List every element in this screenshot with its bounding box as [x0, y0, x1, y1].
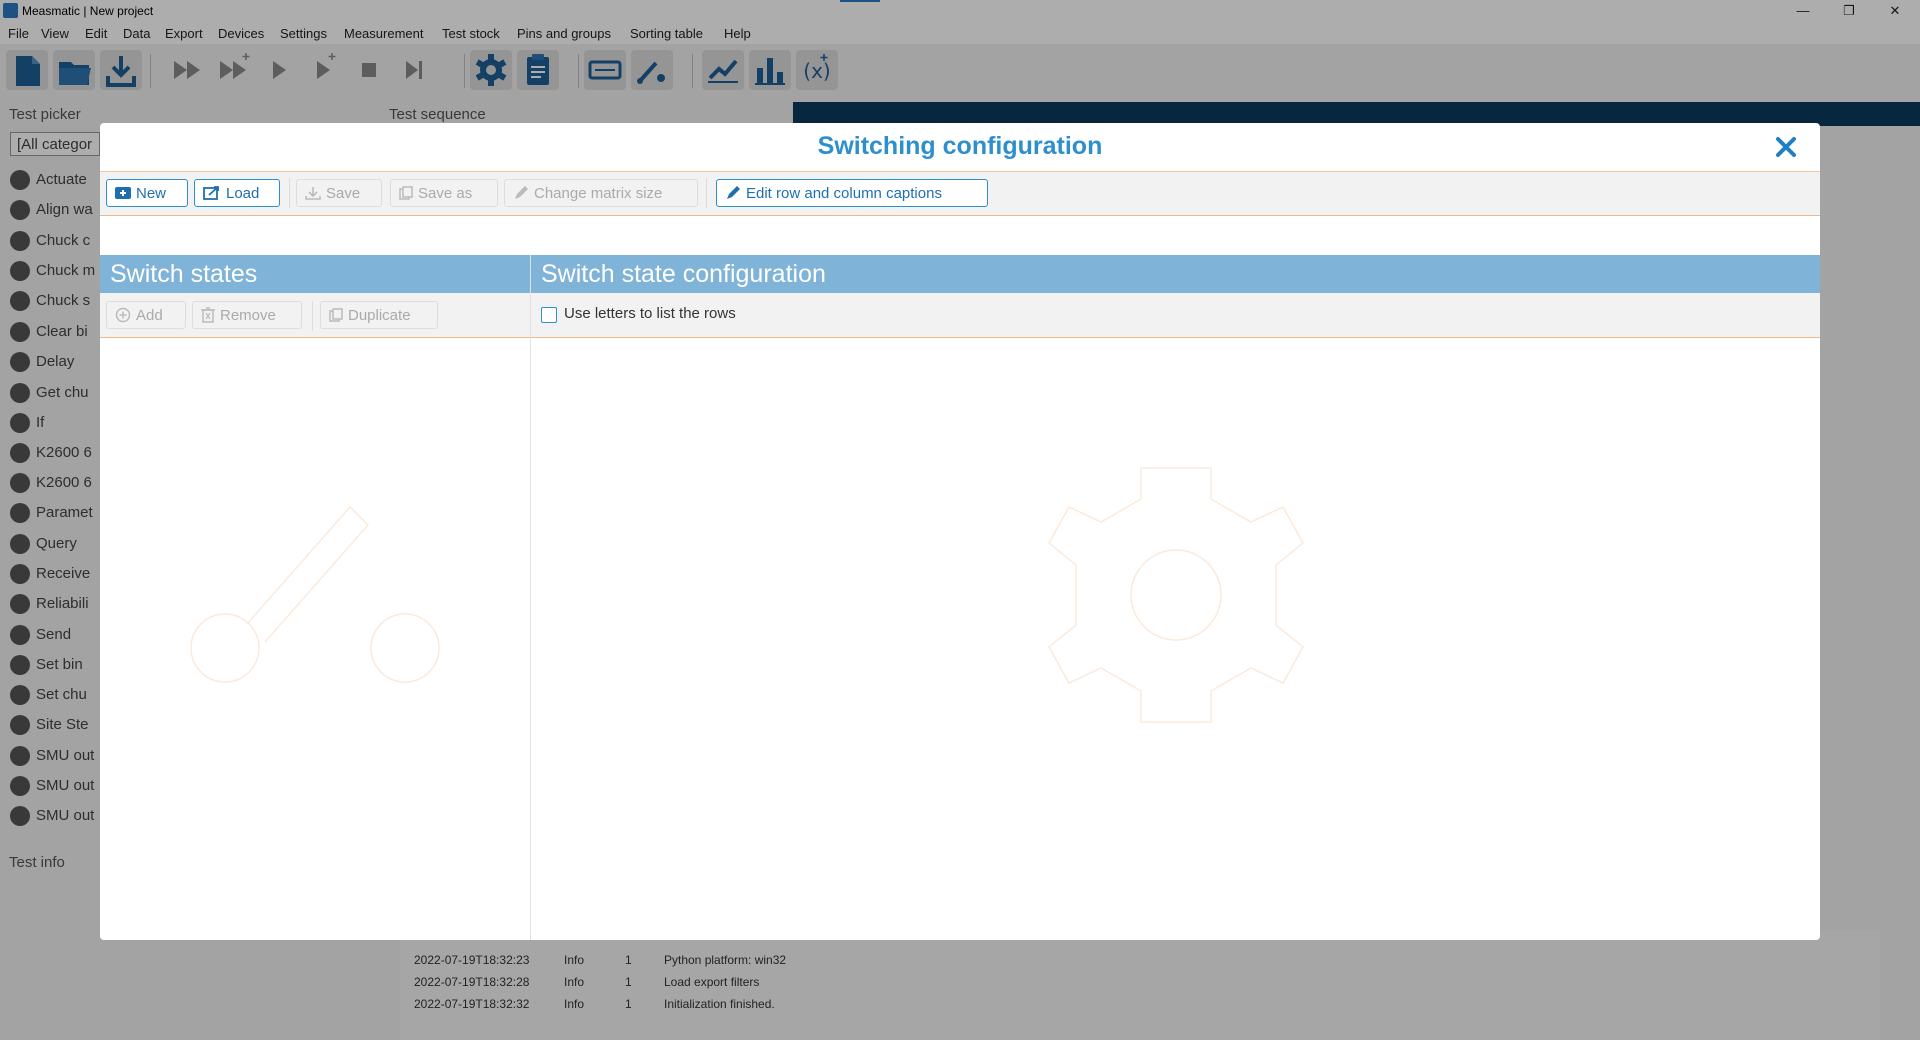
save-icon — [305, 186, 321, 200]
new-button[interactable]: New — [106, 179, 188, 207]
load-button[interactable]: Load — [194, 179, 280, 207]
switch-state-configuration-area[interactable] — [531, 338, 1820, 940]
trash-icon — [201, 306, 215, 323]
duplicate-button[interactable]: Duplicate — [320, 301, 438, 329]
dialog-title: Switching configuration — [100, 123, 1820, 172]
switch-states-header: Switch states — [100, 255, 530, 293]
save-button[interactable]: Save — [296, 179, 382, 207]
add-button[interactable]: Add — [106, 301, 186, 329]
dialog-info-strip — [100, 216, 1820, 256]
gear-watermark-icon — [1048, 467, 1304, 723]
save-as-icon — [399, 185, 413, 200]
switching-configuration-dialog: Switching configuration New Load Save Sa… — [100, 123, 1820, 940]
configuration-options-bar: Use letters to list the rows — [531, 293, 1820, 338]
remove-button[interactable]: Remove — [192, 301, 302, 329]
dialog-toolbar: New Load Save Save as Change matrix size… — [100, 172, 1820, 216]
pencil-icon — [515, 185, 528, 199]
pencil-icon — [727, 185, 740, 199]
load-icon — [203, 185, 219, 200]
edit-row-column-captions-button[interactable]: Edit row and column captions — [716, 179, 988, 207]
switch-watermark-icon — [190, 505, 440, 683]
use-letters-label: Use letters to list the rows — [564, 305, 736, 322]
copy-icon — [329, 307, 343, 322]
add-circle-icon — [115, 307, 131, 322]
change-matrix-size-button[interactable]: Change matrix size — [504, 179, 698, 207]
switch-state-configuration-header: Switch state configuration — [531, 255, 1820, 293]
close-icon[interactable] — [1770, 131, 1802, 163]
pane-divider[interactable] — [530, 255, 531, 940]
switch-states-list[interactable] — [100, 338, 531, 940]
use-letters-checkbox[interactable] — [541, 307, 557, 323]
switch-states-toolbar: Add Remove Duplicate — [100, 293, 530, 338]
new-icon — [115, 186, 131, 199]
save-as-button[interactable]: Save as — [390, 179, 498, 207]
